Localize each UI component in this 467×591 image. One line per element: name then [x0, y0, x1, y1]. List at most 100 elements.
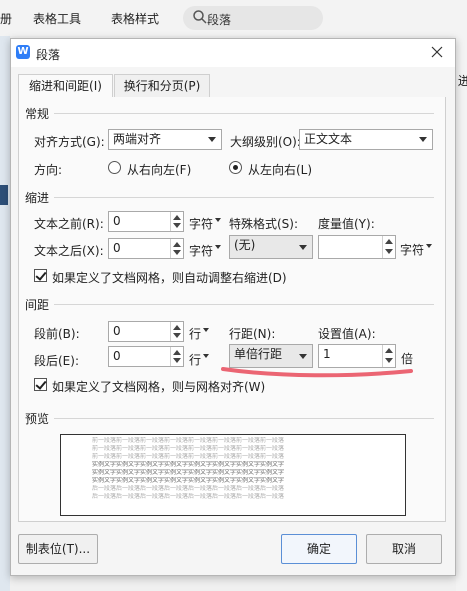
spin-up-icon[interactable] [385, 348, 393, 353]
spin-buttons[interactable] [170, 212, 183, 231]
spin-up-icon[interactable] [173, 242, 181, 247]
section-preview-rule [54, 418, 434, 419]
spacing-before-spinner[interactable]: 0 [108, 321, 184, 342]
rtl-label[interactable]: 从右向左(F) [127, 161, 191, 178]
spin-down-icon[interactable] [173, 358, 181, 363]
spin-up-icon[interactable] [173, 215, 181, 220]
setting-value: 1 [323, 347, 331, 361]
wps-app-icon: W [16, 45, 30, 59]
unit-dropdown-icon[interactable] [425, 242, 433, 250]
spacing-after-spinner[interactable]: 0 [108, 346, 184, 367]
spin-down-icon[interactable] [173, 250, 181, 255]
chevron-down-icon [299, 354, 307, 359]
ok-button[interactable]: 确定 [281, 534, 357, 564]
direction-label: 方向: [34, 163, 63, 177]
dialog-title-bar[interactable] [11, 39, 455, 67]
special-format-value: (无) [234, 238, 256, 252]
spin-buttons[interactable] [170, 322, 183, 341]
measure-spinner[interactable] [318, 235, 396, 259]
spacing-after-value: 0 [113, 349, 121, 363]
unit-dropdown-icon[interactable] [202, 326, 210, 334]
spacing-before-value: 0 [113, 324, 121, 338]
indent-before-spinner[interactable]: 0 [108, 211, 184, 232]
cancel-button[interactable]: 取消 [366, 534, 442, 564]
check-icon [35, 269, 47, 281]
chevron-down-icon [419, 137, 427, 142]
spacing-grid-checkbox[interactable] [34, 378, 47, 391]
spin-buttons[interactable] [170, 239, 183, 258]
preview-line: 前一段落前一段落前一段落前一段落前一段落前一段落前一段落前一段落 [92, 453, 285, 460]
document-right-edge [456, 36, 467, 591]
unit-dropdown-icon[interactable] [214, 243, 222, 251]
preview-line: 实例文字实例文字实例文字实例文字实例文字实例文字实例文字实例文字 [92, 461, 285, 468]
section-spacing-rule [54, 304, 434, 305]
spin-up-icon[interactable] [385, 239, 393, 244]
section-indent-rule [54, 197, 434, 198]
indent-before-unit[interactable]: 字符 [189, 215, 213, 232]
section-general-title: 常规 [25, 107, 50, 121]
ribbon-right-label: 迸 [458, 74, 467, 88]
document-table-edge [0, 185, 8, 205]
spacing-before-unit[interactable]: 行 [189, 325, 201, 342]
spin-up-icon[interactable] [173, 325, 181, 330]
section-preview-title: 预览 [25, 412, 50, 426]
preview-line: 后一段落后一段落后一段落后一段落后一段落后一段落后一段落后一段落 [92, 485, 285, 492]
preview-line: 后一段落后一段落后一段落后一段落后一段落后一段落后一段落后一段落 [92, 493, 285, 500]
tab-line-page-break[interactable]: 换行和分页(P) [114, 74, 210, 98]
preview-line: 前一段落前一段落前一段落前一段落前一段落前一段落前一段落前一段落 [92, 445, 285, 452]
preview-line: 前一段落前一段落前一段落前一段落前一段落前一段落前一段落前一段落 [92, 437, 285, 444]
ribbon-item-table-style[interactable]: 表格样式 [111, 10, 159, 27]
indent-after-label: 文本之后(X): [34, 244, 104, 258]
outline-level-value: 正文文本 [304, 132, 353, 146]
indent-before-value: 0 [113, 214, 121, 228]
search-icon [193, 10, 207, 24]
setting-value-label: 设置值(A): [318, 327, 376, 341]
indent-after-unit[interactable]: 字符 [189, 242, 213, 259]
special-format-label: 特殊格式(S): [229, 217, 299, 231]
section-general-rule [54, 113, 434, 114]
indent-after-value: 0 [113, 241, 121, 255]
radio-ltr[interactable] [229, 161, 242, 174]
tab-stops-button[interactable]: 制表位(T)... [18, 534, 98, 564]
alignment-label: 对齐方式(G): [34, 135, 105, 149]
preview-line: 实例文字实例文字实例文字实例文字实例文字实例文字实例文字实例文字 [92, 469, 285, 476]
ribbon-item-table-tools[interactable]: 表格工具 [33, 10, 81, 27]
line-spacing-value: 单倍行距 [234, 347, 283, 361]
spin-buttons[interactable] [382, 236, 395, 258]
close-icon[interactable] [428, 43, 446, 61]
indent-grid-label[interactable]: 如果定义了文档网格，则自动调整右缩进(D) [52, 269, 287, 286]
spacing-after-unit[interactable]: 行 [189, 351, 201, 368]
unit-dropdown-icon[interactable] [202, 352, 210, 360]
chevron-down-icon [208, 137, 216, 142]
special-format-select[interactable]: (无) [229, 235, 313, 259]
ribbon-item-cut[interactable]: 册 [0, 10, 12, 27]
outline-level-label: 大纲级别(O): [230, 135, 301, 149]
dialog-title: 段落 [36, 48, 61, 62]
spin-down-icon[interactable] [173, 223, 181, 228]
measure-label: 度量值(Y): [318, 217, 375, 231]
outline-level-select[interactable]: 正文文本 [299, 129, 433, 150]
section-spacing-title: 间距 [25, 298, 50, 312]
document-left-edge [0, 36, 10, 591]
chevron-down-icon [299, 245, 307, 250]
line-spacing-label: 行距(N): [229, 327, 276, 341]
search-text: 段落 [207, 13, 232, 27]
spacing-before-label: 段前(B): [34, 327, 80, 341]
ltr-label[interactable]: 从左向右(L) [248, 161, 312, 178]
indent-after-spinner[interactable]: 0 [108, 238, 184, 259]
indent-grid-checkbox[interactable] [34, 269, 47, 282]
measure-unit[interactable]: 字符 [400, 241, 424, 258]
spin-down-icon[interactable] [173, 333, 181, 338]
spin-down-icon[interactable] [385, 249, 393, 254]
tab-indent-spacing[interactable]: 缩进和间距(I) [18, 74, 113, 99]
alignment-value: 两端对齐 [113, 132, 162, 146]
section-indent-title: 缩进 [25, 191, 50, 205]
radio-rtl[interactable] [108, 161, 121, 174]
spin-buttons[interactable] [170, 347, 183, 366]
spacing-after-label: 段后(E): [34, 354, 79, 368]
unit-dropdown-icon[interactable] [214, 216, 222, 224]
spin-up-icon[interactable] [173, 350, 181, 355]
alignment-select[interactable]: 两端对齐 [108, 129, 222, 150]
spacing-grid-label[interactable]: 如果定义了文档网格，则与网格对齐(W) [52, 378, 265, 395]
indent-before-label: 文本之前(R): [34, 217, 104, 231]
